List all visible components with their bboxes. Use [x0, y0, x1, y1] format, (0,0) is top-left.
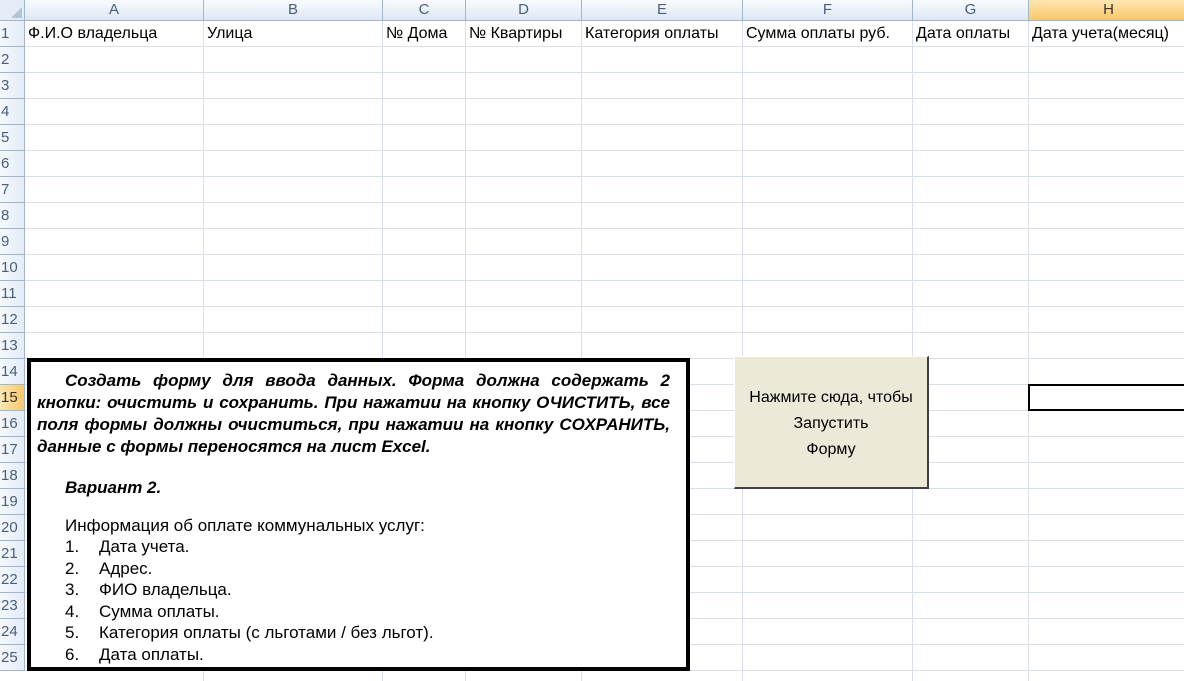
launch-form-button[interactable]: Нажмите сюда, чтобы Запустить Форму — [734, 356, 929, 489]
row-header-7[interactable]: 7 — [0, 177, 25, 203]
row-header-25[interactable]: 25 — [0, 645, 25, 671]
grid-line — [25, 150, 1184, 151]
row-header-21[interactable]: 21 — [0, 541, 25, 567]
grid-line — [912, 21, 913, 681]
list-item-text: ФИО владельца. — [99, 580, 232, 599]
grid-line — [25, 98, 1184, 99]
row-header-1[interactable]: 1 — [0, 21, 25, 47]
list-item-number: 4. — [65, 601, 80, 621]
list-item: 2. Адрес. — [65, 558, 670, 580]
column-header-c[interactable]: C — [383, 0, 466, 21]
row-header-18[interactable]: 18 — [0, 463, 25, 489]
column-header-f[interactable]: F — [743, 0, 913, 21]
list-item: 3. ФИО владельца. — [65, 579, 670, 601]
column-header-g[interactable]: G — [913, 0, 1029, 21]
grid-line — [25, 202, 1184, 203]
launch-button-line-2: Запустить — [793, 415, 869, 432]
grid-line — [25, 228, 1184, 229]
grid-line — [25, 124, 1184, 125]
row-header-16[interactable]: 16 — [0, 411, 25, 437]
grid-line — [25, 46, 1184, 47]
row-header-4[interactable]: 4 — [0, 99, 25, 125]
list-item-text: Категория оплаты (с льготами / без льгот… — [99, 623, 434, 642]
column-header-b[interactable]: B — [204, 0, 383, 21]
column-header-e[interactable]: E — [582, 0, 743, 21]
row-header-23[interactable]: 23 — [0, 593, 25, 619]
cell-a1[interactable]: Ф.И.О владельца — [25, 21, 203, 47]
row-header-22[interactable]: 22 — [0, 567, 25, 593]
column-header-d[interactable]: D — [466, 0, 582, 21]
spreadsheet[interactable]: A B C D E F G H 1 2 3 4 5 6 7 8 9 10 11 12 13 14 15 16 1… — [0, 0, 1184, 681]
launch-button-line-3: Форму — [806, 441, 856, 458]
cell-c1[interactable]: № Дома — [383, 21, 465, 47]
row-header-8[interactable]: 8 — [0, 203, 25, 229]
list-item-text: Дата учета. — [99, 537, 190, 556]
task-variant: Вариант 2. — [65, 478, 162, 497]
row-header-10[interactable]: 10 — [0, 255, 25, 281]
row-header-19[interactable]: 19 — [0, 489, 25, 515]
list-item-number: 2. — [65, 558, 80, 578]
task-item-list: 1. Дата учета. 2. Адрес. 3. ФИО владельца. … — [37, 536, 670, 665]
cell-d1[interactable]: № Квартиры — [466, 21, 581, 47]
launch-button-line-1: Нажмите сюда, чтобы — [749, 389, 913, 406]
row-header-2[interactable]: 2 — [0, 47, 25, 73]
row-header-9[interactable]: 9 — [0, 229, 25, 255]
row-header-11[interactable]: 11 — [0, 281, 25, 307]
grid-line — [25, 306, 1184, 307]
list-item-text: Дата оплаты. — [99, 644, 204, 664]
column-header-a[interactable]: A — [25, 0, 204, 21]
row-header-12[interactable]: 12 — [0, 307, 25, 333]
grid-line — [25, 176, 1184, 177]
task-intro: Создать форму для ввода данных. Форма до… — [37, 371, 670, 456]
grid-line — [25, 332, 1184, 333]
list-item-text: Сумма оплаты. — [99, 601, 220, 621]
select-all-corner[interactable] — [0, 0, 25, 21]
list-item-text: Адрес. — [99, 558, 153, 578]
cell-f1[interactable]: Сумма оплаты руб. — [743, 21, 912, 47]
cell-e1[interactable]: Категория оплаты — [582, 21, 742, 47]
list-item: 5. Категория оплаты (с льготами / без льг… — [65, 622, 670, 644]
task-text-box[interactable]: Создать форму для ввода данных. Форма до… — [27, 358, 690, 671]
list-item: 4. Сумма оплаты. — [65, 601, 670, 623]
list-item-number: 3. — [65, 580, 80, 599]
row-header-13[interactable]: 13 — [0, 333, 25, 359]
grid-line — [742, 21, 743, 681]
row-header-5[interactable]: 5 — [0, 125, 25, 151]
list-item-number: 1. — [65, 537, 80, 556]
list-item: 6. Дата оплаты. — [65, 644, 670, 666]
row-header-20[interactable]: 20 — [0, 515, 25, 541]
row-header-14[interactable]: 14 — [0, 359, 25, 385]
list-item-number: 5. — [65, 623, 80, 642]
grid-line — [25, 254, 1184, 255]
row-header-3[interactable]: 3 — [0, 73, 25, 99]
select-all-triangle-icon — [11, 7, 22, 18]
grid-line — [1028, 21, 1029, 681]
row-header-24[interactable]: 24 — [0, 619, 25, 645]
row-header-17[interactable]: 17 — [0, 437, 25, 463]
column-header-h[interactable]: H — [1029, 0, 1184, 21]
grid-line — [25, 72, 1184, 73]
cell-g1[interactable]: Дата оплаты — [913, 21, 1028, 47]
task-info-title: Информация об оплате коммунальных услуг: — [65, 516, 425, 535]
row-header-6[interactable]: 6 — [0, 151, 25, 177]
cell-h1[interactable]: Дата учета(месяц) — [1029, 21, 1184, 47]
cell-b1[interactable]: Улица — [204, 21, 382, 47]
grid-line — [25, 280, 1184, 281]
list-item-number: 6. — [65, 644, 80, 664]
list-item: 1. Дата учета. — [65, 536, 670, 558]
row-header-15[interactable]: 15 — [0, 385, 25, 411]
selected-cell-h15[interactable] — [1028, 384, 1184, 411]
